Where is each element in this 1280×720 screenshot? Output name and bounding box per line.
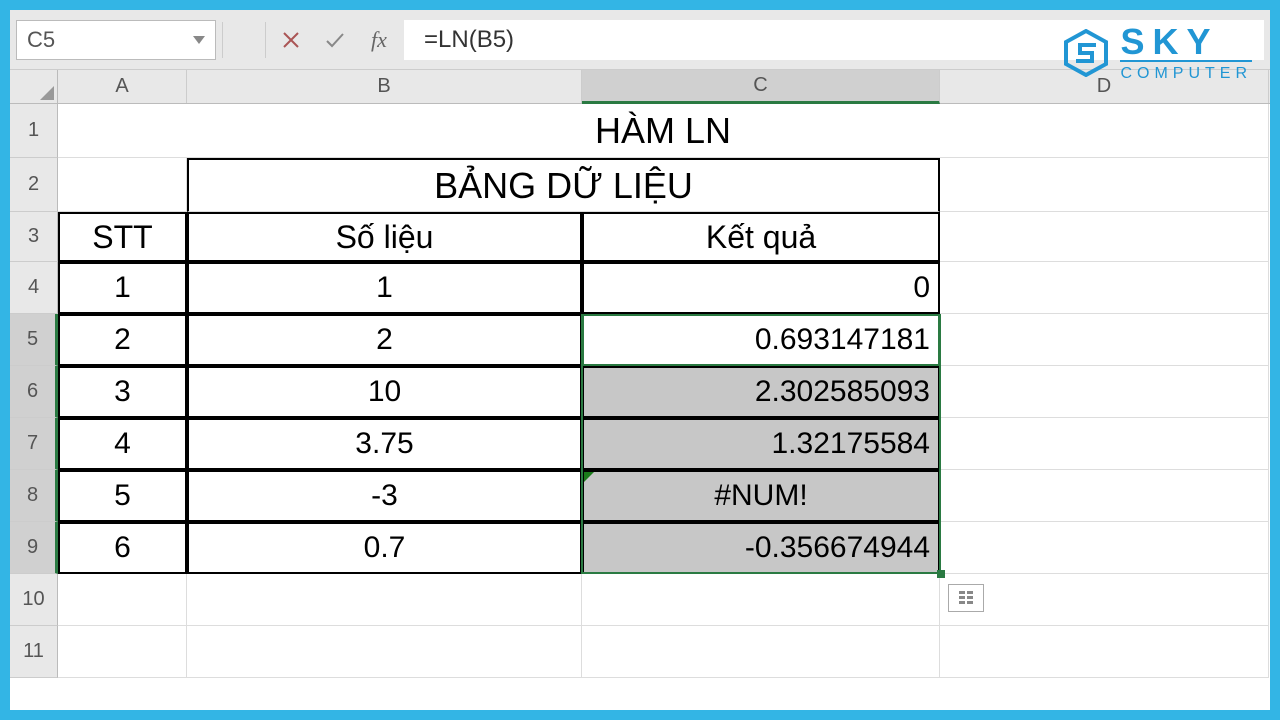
cell[interactable] xyxy=(582,574,940,626)
cell-val[interactable]: 2 xyxy=(187,314,582,366)
cell[interactable] xyxy=(58,158,187,212)
cell-res[interactable]: 0 xyxy=(582,262,940,314)
select-all-corner[interactable] xyxy=(10,70,58,103)
separator xyxy=(265,22,266,58)
grid-row: 3 STT Số liệu Kết quả xyxy=(10,212,1270,262)
chevron-down-icon[interactable] xyxy=(193,36,205,44)
row-header-4[interactable]: 4 xyxy=(10,262,58,314)
header-so-lieu[interactable]: Số liệu xyxy=(187,212,582,262)
logo-icon xyxy=(1062,29,1110,77)
cell-res[interactable]: -0.356674944 xyxy=(582,522,940,574)
cell[interactable] xyxy=(940,158,1269,212)
grid-row: 10 xyxy=(10,574,1270,626)
cell-stt[interactable]: 6 xyxy=(58,522,187,574)
spreadsheet-app: SKY COMPUTER C5 fx A B C xyxy=(10,10,1270,710)
cancel-button[interactable] xyxy=(272,21,310,59)
x-icon xyxy=(281,30,301,50)
row-header-11[interactable]: 11 xyxy=(10,626,58,678)
column-header-a[interactable]: A xyxy=(58,70,187,103)
cell[interactable] xyxy=(940,626,1269,678)
row-header-6[interactable]: 6 xyxy=(10,366,58,418)
row-header-8[interactable]: 8 xyxy=(10,470,58,522)
cell-val[interactable]: 1 xyxy=(187,262,582,314)
table-row: 5 2 2 0.693147181 xyxy=(10,314,1270,366)
cell[interactable] xyxy=(582,626,940,678)
cell[interactable] xyxy=(940,418,1269,470)
header-stt[interactable]: STT xyxy=(58,212,187,262)
title-cell[interactable]: HÀM LN xyxy=(58,104,1269,158)
table-row: 9 6 0.7 -0.356674944 xyxy=(10,522,1270,574)
column-header-b[interactable]: B xyxy=(187,70,582,103)
cell[interactable] xyxy=(940,212,1269,262)
separator xyxy=(222,22,223,58)
check-icon xyxy=(324,29,346,51)
row-header-3[interactable]: 3 xyxy=(10,212,58,262)
table-row: 8 5 -3 #NUM! xyxy=(10,470,1270,522)
cell[interactable] xyxy=(187,626,582,678)
cell-stt[interactable]: 5 xyxy=(58,470,187,522)
logo-text-line1: SKY xyxy=(1120,24,1252,60)
cell[interactable] xyxy=(940,262,1269,314)
cell[interactable] xyxy=(187,574,582,626)
cell[interactable] xyxy=(940,314,1269,366)
table-row: 7 4 3.75 1.32175584 xyxy=(10,418,1270,470)
grid-row: 11 xyxy=(10,626,1270,678)
cell[interactable] xyxy=(58,574,187,626)
row-header-10[interactable]: 10 xyxy=(10,574,58,626)
cell-stt[interactable]: 2 xyxy=(58,314,187,366)
name-box-value: C5 xyxy=(27,27,55,53)
row-header-2[interactable]: 2 xyxy=(10,158,58,212)
fx-icon: fx xyxy=(371,27,387,53)
grid-row: 2 BẢNG DỮ LIỆU xyxy=(10,158,1270,212)
header-ket-qua[interactable]: Kết quả xyxy=(582,212,940,262)
enter-button[interactable] xyxy=(316,21,354,59)
table-row: 4 1 1 0 xyxy=(10,262,1270,314)
cell-stt[interactable]: 3 xyxy=(58,366,187,418)
name-box[interactable]: C5 xyxy=(16,20,216,60)
cell-val[interactable]: 10 xyxy=(187,366,582,418)
cell[interactable] xyxy=(940,522,1269,574)
cell-res[interactable]: #NUM! xyxy=(582,470,940,522)
row-header-7[interactable]: 7 xyxy=(10,418,58,470)
cell[interactable] xyxy=(58,626,187,678)
cell-val[interactable]: 0.7 xyxy=(187,522,582,574)
cell-res[interactable]: 2.302585093 xyxy=(582,366,940,418)
cell-stt[interactable]: 1 xyxy=(58,262,187,314)
subtitle-cell[interactable]: BẢNG DỮ LIỆU xyxy=(187,158,940,212)
row-header-1[interactable]: 1 xyxy=(10,104,58,158)
cell-res-value: #NUM! xyxy=(714,479,807,513)
grid: 1 HÀM LN 2 BẢNG DỮ LIỆU 3 STT Số liệu Kế… xyxy=(10,104,1270,678)
grid-row: 1 HÀM LN xyxy=(10,104,1270,158)
brand-logo: SKY COMPUTER xyxy=(1062,24,1252,82)
error-indicator-icon xyxy=(584,472,594,482)
row-header-9[interactable]: 9 xyxy=(10,522,58,574)
cell[interactable] xyxy=(940,574,1269,626)
cell-stt[interactable]: 4 xyxy=(58,418,187,470)
row-header-5[interactable]: 5 xyxy=(10,314,58,366)
cell-res[interactable]: 1.32175584 xyxy=(582,418,940,470)
active-cell[interactable]: 0.693147181 xyxy=(582,314,940,366)
cell[interactable] xyxy=(940,366,1269,418)
cell[interactable] xyxy=(940,470,1269,522)
cell-val[interactable]: 3.75 xyxy=(187,418,582,470)
logo-text-line2: COMPUTER xyxy=(1120,60,1252,82)
table-row: 6 3 10 2.302585093 xyxy=(10,366,1270,418)
fill-handle[interactable] xyxy=(937,570,945,578)
autofill-options-button[interactable] xyxy=(948,584,984,612)
column-header-c[interactable]: C xyxy=(582,70,940,104)
insert-function-button[interactable]: fx xyxy=(360,21,398,59)
cell-val[interactable]: -3 xyxy=(187,470,582,522)
